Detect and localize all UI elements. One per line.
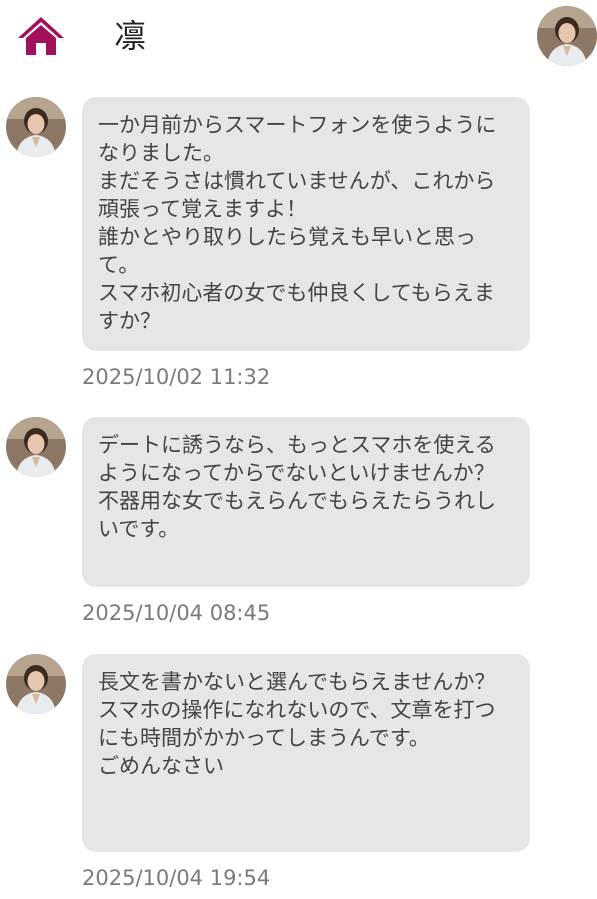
header: 凛 — [0, 0, 597, 80]
profile-avatar[interactable] — [537, 6, 597, 66]
message-bubble: デートに誘うなら、もっとスマホを使えるようになってからでないといけませんか？ 不… — [82, 417, 530, 587]
message-item: デートに誘うなら、もっとスマホを使えるようになってからでないといけませんか？ 不… — [0, 417, 597, 627]
message-bubble: 一か月前からスマートフォンを使うようになりました。 まだそうさは慣れていませんが… — [82, 97, 530, 351]
home-icon — [18, 17, 64, 55]
message-timestamp: 2025/10/04 08:45 — [82, 601, 271, 625]
message-bubble: 長文を書かないと選んでもらえませんか？ スマホの操作になれないので、文章を打つに… — [82, 654, 530, 852]
message-timestamp: 2025/10/02 11:32 — [82, 365, 271, 389]
message-item: 一か月前からスマートフォンを使うようになりました。 まだそうさは慣れていませんが… — [0, 97, 597, 389]
sender-avatar[interactable] — [6, 417, 66, 477]
home-button[interactable] — [16, 14, 66, 58]
message-item: 長文を書かないと選んでもらえませんか？ スマホの操作になれないので、文章を打つに… — [0, 654, 597, 894]
sender-avatar[interactable] — [6, 654, 66, 714]
sender-avatar[interactable] — [6, 97, 66, 157]
message-timestamp: 2025/10/04 19:54 — [82, 866, 271, 890]
page-title: 凛 — [114, 17, 147, 55]
